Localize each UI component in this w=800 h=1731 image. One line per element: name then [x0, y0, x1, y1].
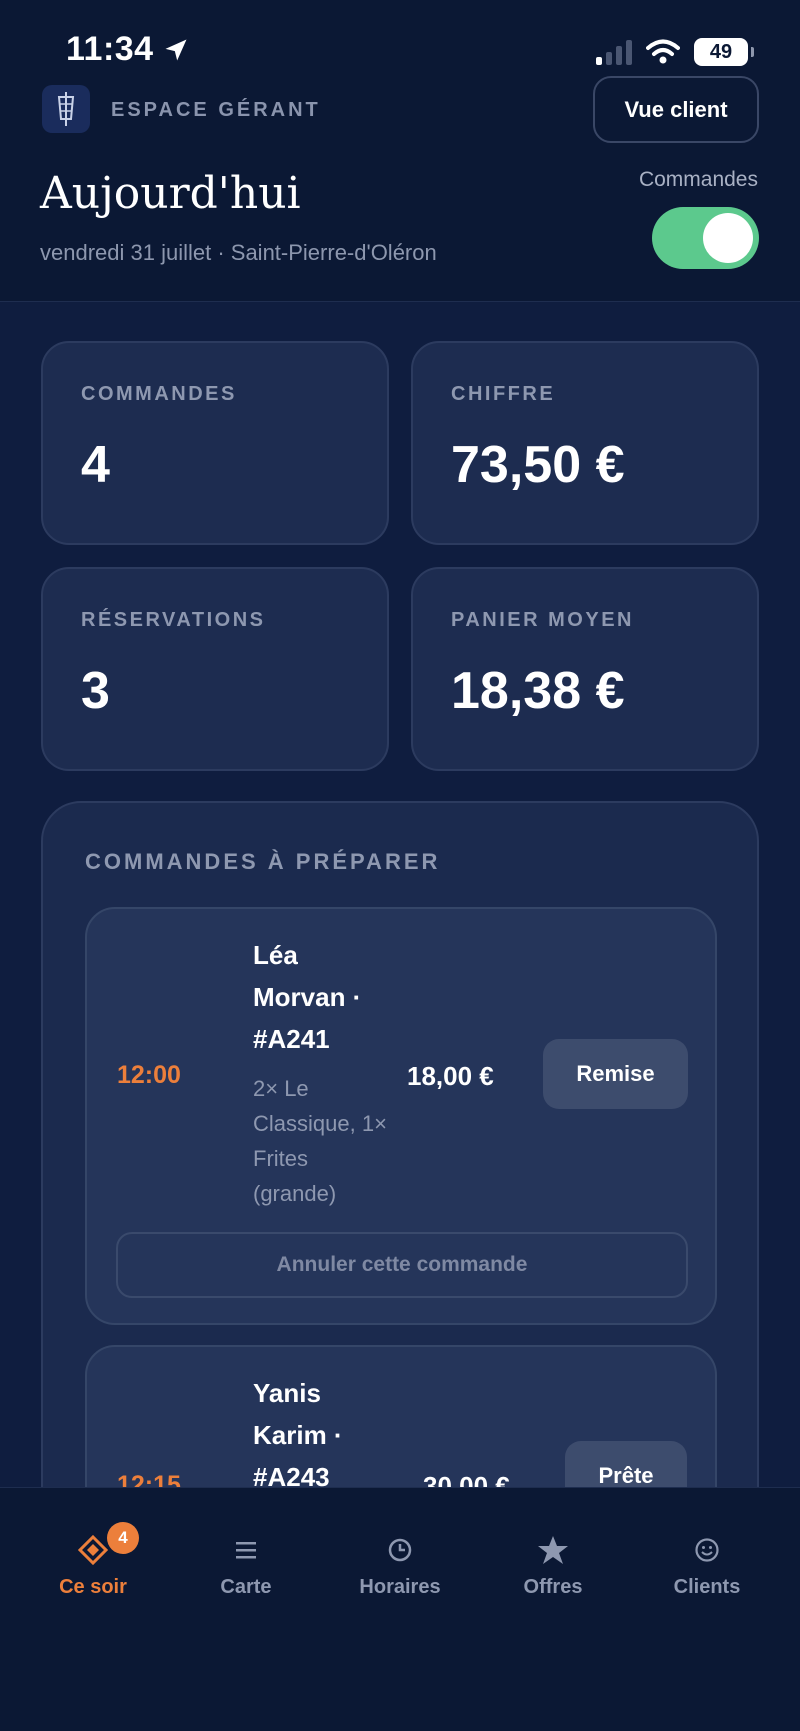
tab-carte[interactable]: Carte [176, 1530, 316, 1599]
client-view-button[interactable]: Vue client [593, 76, 759, 143]
stat-card-average-basket: PANIER MOYEN 18,38 € [411, 567, 759, 771]
order-customer: Léa Morvan · #A241 [253, 940, 362, 1054]
tab-label: Horaires [359, 1576, 441, 1598]
order-card: 12:00 Léa Morvan · #A241 2× Le Classique… [85, 907, 717, 1325]
cellular-signal-icon [596, 39, 632, 65]
tab-ce-soir[interactable]: Ce soir 4 [23, 1522, 163, 1599]
battery-icon: 49 [694, 38, 754, 66]
tab-offres[interactable]: Offres [483, 1530, 623, 1599]
status-time: 11:34 [66, 30, 190, 69]
stat-value: 73,50 € [451, 436, 625, 494]
orders-toggle[interactable] [652, 207, 759, 269]
tab-label: Carte [220, 1576, 272, 1598]
tab-bar: Ce soir 4 Carte Horaires Offres Clients [0, 1487, 800, 1731]
order-price: 18,00 € [407, 1061, 494, 1091]
stat-value: 18,38 € [451, 662, 625, 720]
tab-label: Offres [523, 1576, 583, 1598]
orders-to-prepare-section: COMMANDES À PRÉPARER 12:00 Léa Morvan · … [41, 801, 759, 1561]
kebab-icon [57, 92, 75, 126]
stat-label: COMMANDES [81, 383, 237, 405]
tab-clients[interactable]: Clients [637, 1530, 777, 1599]
stat-value: 4 [81, 436, 110, 494]
star-icon [537, 1530, 569, 1570]
order-items: 2× Le Classique, 1× Frites (grande) [253, 1076, 387, 1206]
status-indicators: 49 [596, 38, 754, 66]
clock-icon [387, 1530, 413, 1570]
page-title: Aujourd'hui [40, 168, 301, 219]
order-time: 12:00 [117, 1061, 181, 1089]
order-handed-over-button[interactable]: Remise [543, 1039, 688, 1109]
wifi-icon [646, 39, 680, 64]
notification-badge: 4 [107, 1522, 139, 1554]
stat-card-reservations: RÉSERVATIONS 3 [41, 567, 389, 771]
stat-card-revenue: CHIFFRE 73,50 € [411, 341, 759, 545]
toggle-knob [703, 213, 753, 263]
smiley-icon [694, 1530, 720, 1570]
location-arrow-icon [165, 39, 187, 60]
brand-logo [42, 85, 90, 133]
menu-icon [234, 1530, 258, 1570]
page-subtitle: vendredi 31 juillet · Saint-Pierre-d'Olé… [40, 240, 437, 265]
order-customer: Yanis Karim · #A243 [253, 1378, 343, 1492]
tab-label: Clients [673, 1576, 741, 1598]
stat-label: RÉSERVATIONS [81, 609, 266, 631]
section-title: COMMANDES À PRÉPARER [85, 849, 441, 874]
diamond-icon [78, 1530, 108, 1570]
stat-label: PANIER MOYEN [451, 609, 634, 631]
tab-label: Ce soir [59, 1576, 127, 1598]
orders-toggle-label: Commandes [638, 168, 758, 191]
brand-label: ESPACE GÉRANT [111, 99, 321, 121]
header: 11:34 49 ESPACE GÉRANT Vue client Aujour… [0, 0, 800, 302]
stat-card-orders: COMMANDES 4 [41, 341, 389, 545]
stat-label: CHIFFRE [451, 383, 556, 405]
cancel-order-button[interactable]: Annuler cette commande [116, 1232, 688, 1298]
tab-horaires[interactable]: Horaires [330, 1530, 470, 1599]
stat-value: 3 [81, 662, 110, 720]
